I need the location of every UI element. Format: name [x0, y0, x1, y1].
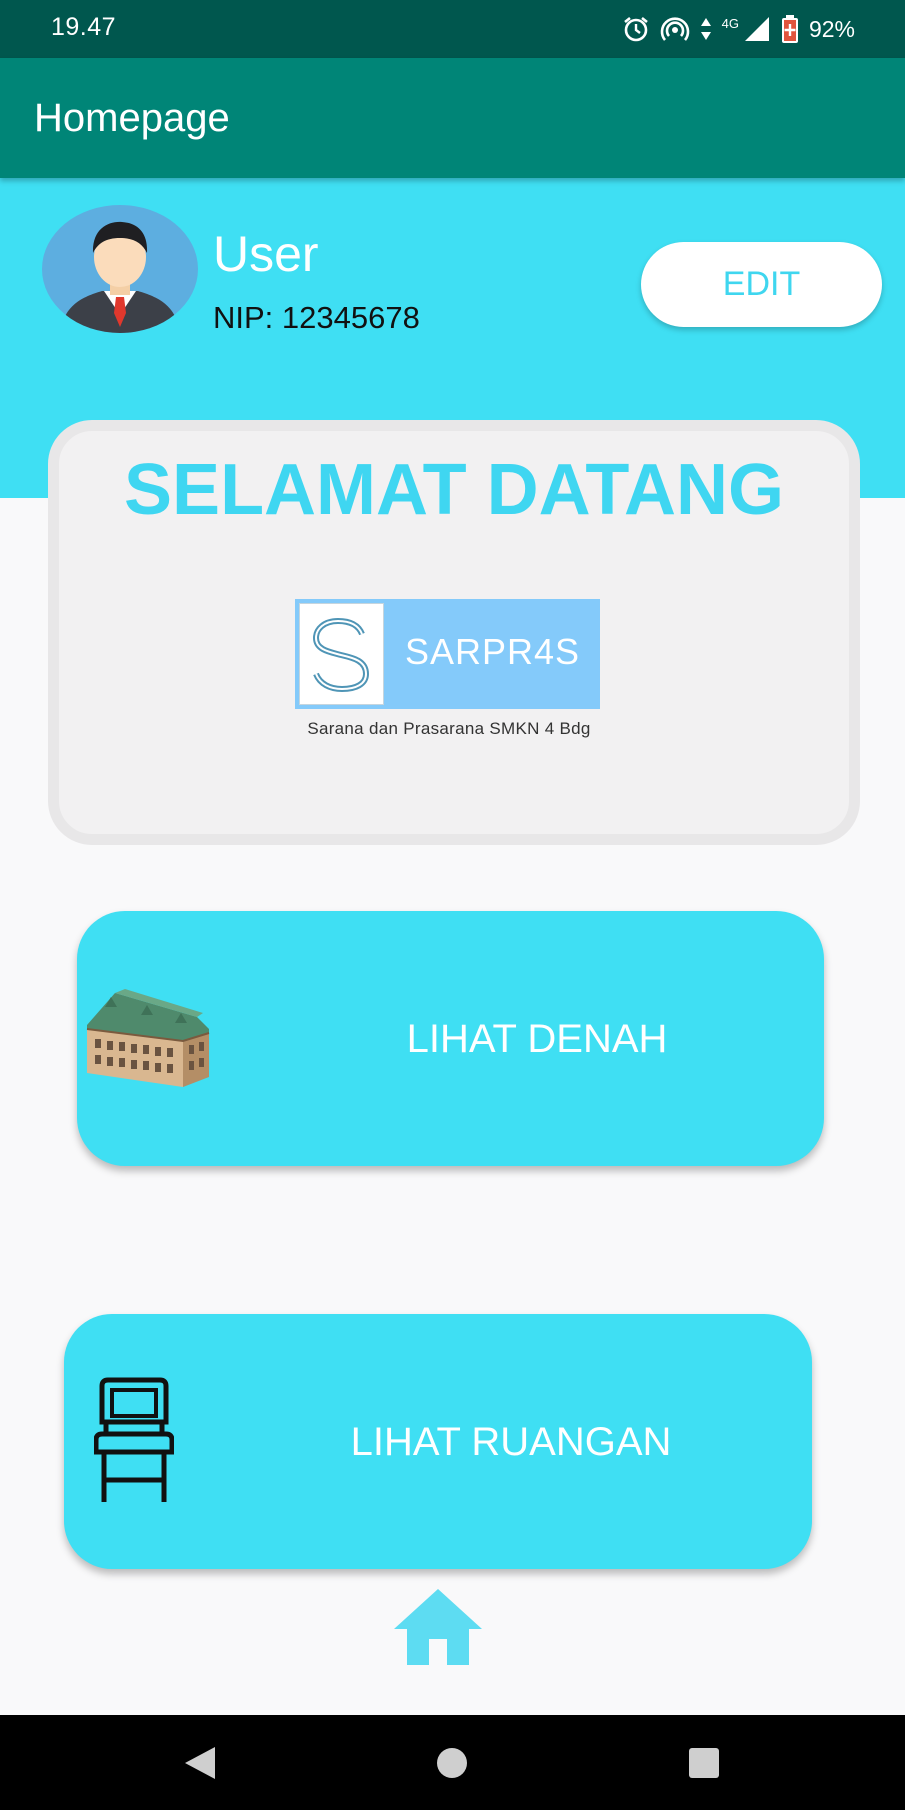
logo-text: SARPR4S — [405, 631, 581, 672]
welcome-title: SELAMAT DATANG — [124, 450, 784, 530]
data-arrows-icon — [700, 16, 712, 42]
network-type: 4G — [721, 15, 739, 31]
hotspot-icon — [660, 15, 690, 43]
nav-back-button[interactable] — [140, 1715, 260, 1810]
businessman-avatar-icon — [60, 221, 180, 333]
recent-apps-icon — [689, 1747, 719, 1778]
lihat-ruangan-label: LIHAT RUANGAN — [350, 1420, 672, 1464]
edit-button[interactable]: EDIT — [641, 242, 882, 327]
app-bar: Homepage — [0, 58, 905, 178]
status-bar: 19.47 4G 92% — [0, 0, 905, 58]
lihat-ruangan-button[interactable]: LIHAT RUANGAN — [64, 1314, 812, 1569]
user-name: User — [213, 226, 319, 282]
lihat-denah-label: LIHAT DENAH — [406, 1017, 668, 1061]
page-title: Homepage — [34, 96, 230, 140]
battery-icon — [781, 14, 799, 44]
user-nip: NIP: 12345678 — [213, 300, 420, 335]
welcome-card: SELAMAT DATANG SARPR4S Sarana dan Prasar… — [48, 420, 860, 845]
back-icon — [185, 1746, 215, 1779]
logo-s-mark — [299, 603, 384, 705]
nav-home-button[interactable] — [392, 1715, 512, 1810]
system-nav-bar — [0, 1715, 905, 1810]
alarm-icon — [622, 15, 650, 43]
circle-home-icon — [437, 1747, 467, 1778]
status-time: 19.47 — [51, 13, 117, 41]
home-icon[interactable] — [392, 1587, 484, 1667]
status-icons: 4G 92% — [622, 12, 855, 46]
signal-icon — [743, 15, 771, 43]
lihat-denah-button[interactable]: LIHAT DENAH — [77, 911, 824, 1166]
battery-percent: 92% — [808, 15, 855, 42]
avatar — [42, 205, 198, 333]
nav-recent-button[interactable] — [644, 1715, 764, 1810]
logo-subtitle: Sarana dan Prasarana SMKN 4 Bdg — [307, 719, 591, 738]
app-logo: SARPR4S — [295, 599, 600, 709]
